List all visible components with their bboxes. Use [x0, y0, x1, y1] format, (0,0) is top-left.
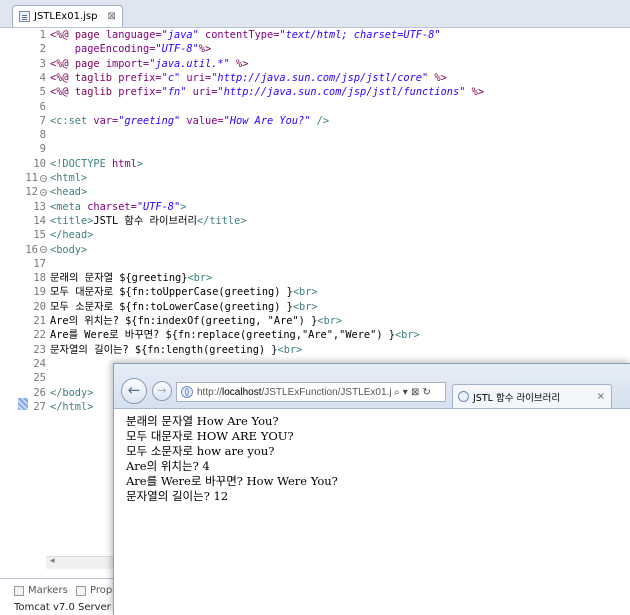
code-line-14: <title>JSTL 함수 라이브러리</title> — [50, 214, 247, 227]
line-number: 20 — [33, 300, 46, 313]
address-bar-controls-icon[interactable]: ⌕ ▾ ⊠ ↻ — [394, 387, 431, 398]
line-number: 15 — [33, 229, 46, 242]
browser-tab[interactable]: JSTL 함수 라이브러리 × — [452, 384, 612, 408]
fold-toggle-icon[interactable]: − — [40, 246, 47, 253]
code-line-3: <%@ page import="java.util.*" %> — [50, 57, 249, 70]
fold-toggle-icon[interactable]: − — [40, 175, 47, 182]
browser-window[interactable]: ← → http://localhost/JSTLExFunction/JSTL… — [113, 363, 630, 615]
output-line: 분래의 문자열 How Are You? — [126, 414, 279, 428]
page-globe-icon — [181, 386, 193, 398]
code-line-16: <body> — [50, 243, 88, 256]
server-entry[interactable]: Tomcat v7.0 Server at — [14, 602, 124, 613]
line-number: 11 — [25, 172, 38, 184]
line-number: 7 — [39, 114, 46, 127]
code-line-23: 문자열의 길이는? ${fn:length(greeting) }<br> — [50, 343, 303, 356]
back-button[interactable]: ← — [121, 378, 147, 404]
close-tab-icon[interactable]: ⊠ — [107, 11, 115, 22]
code-line-13: <meta charset="UTF-8"> — [50, 200, 187, 213]
code-line-4: <%@ taglib prefix="c" uri="http://java.s… — [50, 71, 447, 84]
line-number: 19 — [33, 286, 46, 299]
line-number: 6 — [39, 100, 46, 113]
code-line-11: <html> — [50, 172, 88, 184]
editor-tab-jstlex01[interactable]: JSTLEx01.jsp ⊠ — [12, 5, 123, 27]
output-line: Are를 Were로 바꾸면? How Were You? — [126, 474, 338, 488]
line-number: 9 — [39, 143, 46, 156]
code-line-22: Are를 Were로 바꾸면? ${fn:replace(greeting,"A… — [50, 329, 420, 342]
line-number: 14 — [33, 214, 46, 227]
browser-tab-title: JSTL 함수 라이브러리 — [473, 392, 561, 404]
line-number: 23 — [33, 343, 46, 356]
code-line-15: </head> — [50, 229, 94, 242]
code-line-20: 모두 소문자로 ${fn:toLowerCase(greeting) }<br> — [50, 300, 318, 313]
scroll-left-icon[interactable]: ◂ — [50, 556, 55, 566]
properties-icon — [76, 585, 86, 596]
annotation-ruler — [0, 28, 14, 562]
line-number: 16 — [25, 243, 38, 256]
close-browser-tab-icon[interactable]: × — [597, 391, 605, 402]
output-line: 문자열의 길이는? 12 — [126, 489, 229, 503]
code-line-18: 문래의 문자열 ${greeting}<br> — [50, 272, 213, 285]
editor-tab-label: JSTLEx01.jsp — [34, 11, 98, 22]
output-line: Are의 위치는? 4 — [126, 459, 210, 473]
output-line: 모두 대문자로 HOW ARE YOU? — [126, 429, 294, 443]
line-number: 22 — [33, 329, 46, 342]
line-number: 21 — [33, 315, 46, 327]
line-number: 18 — [33, 272, 46, 285]
code-line-21: Are의 위치는? ${fn:indexOf(greeting, "Are") … — [50, 315, 343, 327]
tab-page-icon — [458, 391, 469, 402]
code-line-2: pageEncoding="UTF-8"%> — [50, 43, 212, 56]
markers-tab-label: Markers — [28, 585, 68, 596]
code-line-26: </body> — [50, 386, 94, 399]
markers-tab[interactable]: Markers — [14, 585, 68, 596]
line-number: 25 — [33, 372, 46, 385]
line-number: 2 — [39, 43, 46, 56]
browser-toolbar: ← → http://localhost/JSTLExFunction/JSTL… — [114, 364, 630, 409]
forward-button[interactable]: → — [152, 381, 172, 401]
code-line-1: <%@ page language="java" contentType="te… — [50, 29, 441, 41]
line-number: 10 — [33, 157, 46, 170]
line-number: 3 — [39, 57, 46, 70]
code-line-10: <!DOCTYPE html> — [50, 157, 144, 170]
code-line-7: <c:set var="greeting" value="How Are You… — [50, 114, 330, 127]
url-text[interactable]: http://localhost/JSTLExFunction/JSTLEx01… — [197, 387, 391, 398]
line-number: 1 — [39, 29, 46, 41]
browser-content: 분래의 문자열 How Are You? 모두 대문자로 HOW ARE YOU… — [114, 409, 630, 615]
line-number: 13 — [33, 200, 46, 213]
line-number: 8 — [39, 129, 46, 142]
line-number: 24 — [33, 357, 46, 370]
line-number: 12 — [25, 186, 38, 199]
editor-tab-bar: JSTLEx01.jsp ⊠ — [0, 0, 630, 28]
line-number: 27 — [33, 400, 46, 413]
jsp-file-icon — [19, 11, 30, 22]
fold-toggle-icon[interactable]: − — [40, 189, 47, 196]
line-number: 5 — [39, 86, 46, 99]
markers-icon — [14, 585, 24, 596]
code-line-19: 모두 대문자로 ${fn:toUpperCase(greeting) }<br> — [50, 286, 318, 299]
line-number: 17 — [33, 257, 46, 270]
code-line-12: <head> — [50, 186, 88, 199]
address-bar[interactable]: http://localhost/JSTLExFunction/JSTLEx01… — [176, 382, 446, 402]
code-line-27: </html> — [50, 400, 94, 413]
line-number: 26 — [33, 386, 46, 399]
code-line-5: <%@ taglib prefix="fn" uri="http://java.… — [50, 86, 485, 99]
line-number-gutter: 1 2 3 4 5 6 7 8 9 10 11 12 13 14 15 16 1… — [14, 28, 46, 562]
line-number: 4 — [39, 71, 46, 84]
output-line: 모두 소문자로 how are you? — [126, 444, 275, 458]
